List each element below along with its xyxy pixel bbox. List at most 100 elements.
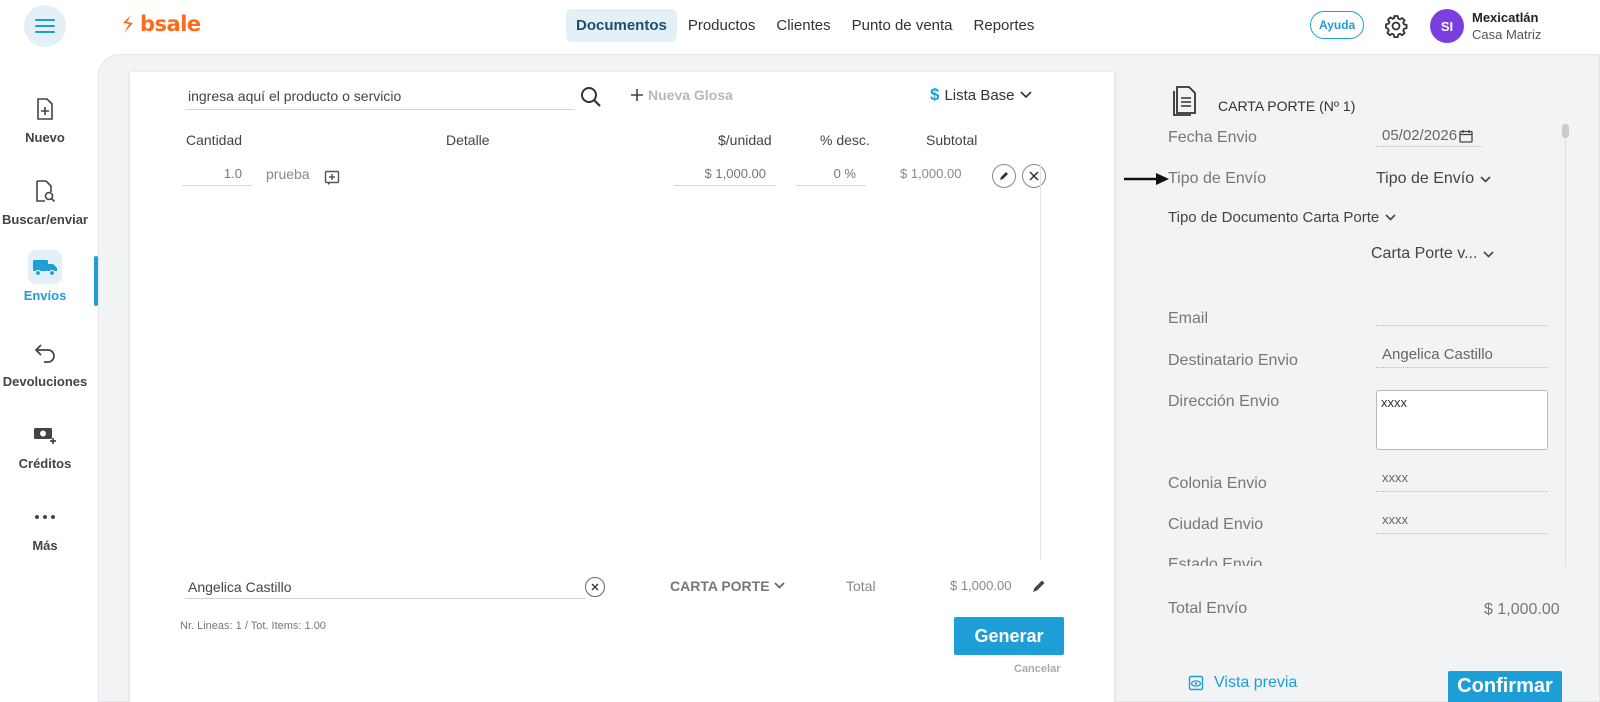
destinatario-input[interactable]: Angelica Castillo — [1376, 346, 1548, 368]
hamburger-menu-button[interactable] — [24, 5, 66, 47]
email-label: Email — [1168, 310, 1209, 327]
document-type-dropdown[interactable]: CARTA PORTE — [670, 578, 785, 594]
document-editor-card: ingresa aquí el producto o servicio Nuev… — [130, 72, 1114, 702]
chevron-down-icon — [1480, 175, 1491, 183]
col-cantidad: Cantidad — [186, 132, 243, 148]
top-bar: bsale Documentos Productos Clientes Punt… — [0, 0, 1600, 54]
plus-icon — [631, 89, 643, 101]
total-envio-label: Total Envío — [1168, 600, 1248, 617]
tipo-documento-label: Tipo de Documento Carta Porte — [1168, 209, 1380, 226]
direccion-label: Dirección Envio — [1168, 393, 1280, 410]
client-input[interactable]: Angelica Castillo — [185, 577, 585, 599]
nav-clientes[interactable]: Clientes — [766, 9, 840, 42]
help-button[interactable]: Ayuda — [1310, 11, 1365, 39]
close-icon — [1029, 171, 1039, 181]
carta-porte-version-value: Carta Porte v... — [1371, 245, 1478, 262]
sidebar-item-nuevo[interactable]: Nuevo — [0, 92, 90, 145]
nueva-glosa-button[interactable]: Nueva Glosa — [630, 87, 733, 103]
colonia-label: Colonia Envio — [1168, 475, 1267, 492]
chevron-down-icon — [773, 582, 785, 589]
subtotal-value: $ 1,000.00 — [900, 166, 962, 181]
col-unidad: $/unidad — [718, 132, 772, 148]
panel-scrollbar-thumb[interactable] — [1562, 124, 1569, 138]
sidebar-label-devoluciones: Devoluciones — [2, 374, 88, 389]
user-branch: Casa Matriz — [1472, 27, 1542, 42]
price-list-dropdown[interactable]: $ Lista Base — [930, 85, 1032, 105]
sidebar-item-mas[interactable]: Más — [0, 500, 90, 553]
col-desc: % desc. — [820, 132, 870, 148]
vista-previa-label: Vista previa — [1214, 674, 1298, 691]
tipo-envio-value: Tipo de Envío — [1376, 170, 1475, 187]
tipo-envio-dropdown[interactable]: Tipo de Envío — [1376, 170, 1491, 188]
cancelar-link[interactable]: Cancelar — [1014, 663, 1060, 675]
carta-porte-version-dropdown[interactable]: Carta Porte v... — [1371, 245, 1494, 263]
pencil-icon[interactable] — [1030, 577, 1048, 595]
detalle-text[interactable]: prueba — [266, 166, 310, 182]
colonia-input[interactable]: xxxx — [1376, 470, 1548, 492]
sidebar-item-devoluciones[interactable]: Devoluciones — [0, 336, 90, 389]
sidebar-label-buscar: Buscar/enviar — [2, 212, 88, 227]
direccion-textarea[interactable]: xxxx — [1376, 390, 1548, 450]
search-icon[interactable] — [578, 84, 604, 110]
money-icon — [34, 428, 56, 444]
nav-productos[interactable]: Productos — [678, 9, 766, 42]
estado-label: Estado Envio — [1168, 556, 1263, 566]
add-note-icon[interactable] — [324, 170, 340, 186]
search-document-icon — [36, 180, 56, 203]
gear-icon[interactable] — [1384, 14, 1408, 38]
column-divider — [1040, 164, 1041, 560]
destinatario-label: Destinatario Envio — [1168, 352, 1298, 369]
eye-icon — [1188, 675, 1204, 691]
hamburger-icon — [35, 19, 55, 33]
chevron-down-icon — [1385, 214, 1396, 221]
nav-documentos[interactable]: Documentos — [566, 9, 677, 42]
nav-punto-de-venta[interactable]: Punto de venta — [842, 9, 963, 42]
tipo-documento-carta-porte-dropdown[interactable]: Tipo de Documento Carta Porte — [1168, 209, 1396, 226]
fecha-envio-input[interactable]: 05/02/2026 — [1376, 125, 1482, 147]
user-name: Mexicatlán — [1472, 10, 1539, 25]
sidebar-label-envios: Envíos — [23, 288, 67, 303]
arrow-pointer-icon — [1124, 173, 1169, 185]
cantidad-input[interactable]: 1.0 — [182, 164, 252, 186]
fecha-envio-value: 05/02/2026 — [1382, 127, 1458, 144]
return-arrow-icon — [34, 344, 55, 363]
panel-scrollbar-track[interactable] — [1565, 138, 1566, 566]
bsale-logo-icon — [123, 15, 133, 33]
price-list-symbol: $ — [930, 85, 940, 104]
product-search-input[interactable]: ingresa aquí el producto o servicio — [185, 86, 575, 110]
generar-button[interactable]: Generar — [954, 617, 1064, 655]
user-avatar[interactable]: SI — [1430, 9, 1464, 43]
total-value: $ 1,000.00 — [950, 578, 1012, 593]
main-nav: Documentos Productos Clientes Punto de v… — [566, 9, 1045, 42]
close-icon — [591, 583, 599, 591]
col-subtotal: Subtotal — [926, 132, 978, 148]
vista-previa-link[interactable]: Vista previa — [1188, 674, 1297, 692]
price-list-label: Lista Base — [944, 86, 1015, 104]
truck-icon — [33, 260, 57, 277]
bsale-logo[interactable]: bsale — [120, 12, 201, 36]
ciudad-label: Ciudad Envio — [1168, 516, 1264, 533]
lines-summary: Nr. Lineas: 1 / Tot. Items: 1.00 — [180, 620, 326, 632]
sidebar-item-creditos[interactable]: Créditos — [0, 418, 90, 471]
edit-row-button[interactable] — [992, 164, 1016, 188]
user-info[interactable]: Mexicatlán Casa Matriz — [1472, 10, 1541, 42]
pencil-icon — [1000, 172, 1008, 180]
chevron-down-icon — [1019, 91, 1032, 99]
unit-price-input[interactable]: $ 1,000.00 — [674, 164, 776, 186]
fecha-envio-label: Fecha Envio — [1168, 129, 1257, 146]
discount-input[interactable]: 0 % — [796, 164, 866, 186]
document-type-label: CARTA PORTE — [670, 578, 770, 594]
clear-client-button[interactable] — [585, 577, 605, 597]
col-detalle: Detalle — [446, 132, 490, 148]
delete-row-button[interactable] — [1022, 164, 1046, 188]
sidebar-item-envios[interactable]: Envíos — [0, 250, 90, 303]
total-label: Total — [846, 578, 876, 594]
total-envio-value: $ 1,000.00 — [1484, 601, 1560, 618]
ciudad-input[interactable]: xxxx — [1376, 512, 1548, 534]
nav-reportes[interactable]: Reportes — [964, 9, 1045, 42]
nueva-glosa-label: Nueva Glosa — [648, 87, 733, 103]
email-input[interactable] — [1376, 304, 1548, 326]
confirmar-button[interactable]: Confirmar — [1448, 671, 1562, 702]
sidebar-item-buscar[interactable]: Buscar/enviar — [0, 174, 90, 227]
document-icon — [1173, 86, 1196, 116]
